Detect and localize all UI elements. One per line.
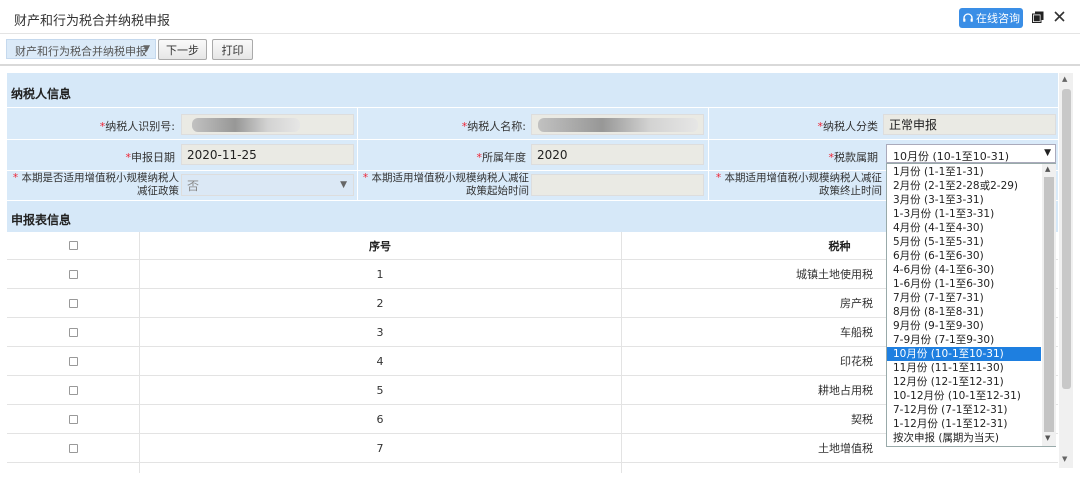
- taxpayer-name-label: *纳税人名称:: [461, 120, 526, 133]
- page-scrollbar[interactable]: ▲ ▼: [1059, 73, 1073, 468]
- tax-period-option[interactable]: 8月份 (8-1至8-31): [887, 305, 1041, 319]
- scroll-down-icon[interactable]: ▼: [1045, 434, 1050, 442]
- select-arrow-icon: ▼: [340, 180, 347, 190]
- tax-period-option[interactable]: 1-6月份 (1-1至6-30): [887, 277, 1041, 291]
- online-consult-label: 在线咨询: [976, 12, 1020, 25]
- row-checkbox[interactable]: [68, 443, 78, 453]
- tax-period-select[interactable]: 10月份 (10-1至10-31) ▼: [886, 144, 1056, 163]
- select-all-checkbox[interactable]: [68, 241, 78, 250]
- tax-period-dropdown-list: 1月份 (1-1至1-31) 2月份 (2-1至2-28或2-29) 3月份 (3-…: [886, 163, 1056, 447]
- tax-year-label: *所属年度: [476, 151, 527, 164]
- scroll-down-icon[interactable]: ▼: [1062, 455, 1067, 463]
- headset-icon: [963, 13, 973, 22]
- row-seq: 3: [376, 325, 384, 339]
- close-icon[interactable]: [1053, 10, 1066, 23]
- tax-period-option[interactable]: 9月份 (9-1至9-30): [887, 319, 1041, 333]
- scroll-up-icon[interactable]: ▲: [1045, 165, 1050, 173]
- row-seq: 4: [376, 354, 384, 368]
- tax-period-option[interactable]: 1月份 (1-1至1-31): [887, 165, 1041, 179]
- tax-period-option[interactable]: 12月份 (12-1至12-31): [887, 375, 1041, 389]
- dropdown-scrollbar-thumb[interactable]: [1044, 177, 1054, 432]
- reduction-policy-value: 否: [187, 178, 200, 193]
- tax-period-option[interactable]: 10-12月份 (10-1至12-31): [887, 389, 1041, 403]
- row-checkbox[interactable]: [68, 356, 78, 366]
- form-type-select[interactable]: 财产和行为税合并纳税申报 ▼: [6, 39, 156, 59]
- tax-year-field: 2020: [531, 144, 704, 165]
- form-type-select-value: 财产和行为税合并纳税申报: [15, 45, 147, 58]
- tax-period-option[interactable]: 3月份 (3-1至3-31): [887, 193, 1041, 207]
- tax-period-option[interactable]: 1-3月份 (1-1至3-31): [887, 207, 1041, 221]
- tax-period-select-value: 10月份 (10-1至10-31): [893, 150, 1010, 163]
- tax-period-option[interactable]: 5月份 (5-1至5-31): [887, 235, 1041, 249]
- tax-period-option[interactable]: 7-12月份 (7-1至12-31): [887, 403, 1041, 417]
- tax-period-option[interactable]: 7-9月份 (7-1至9-30): [887, 333, 1041, 347]
- row-checkbox[interactable]: [68, 414, 78, 424]
- tax-period-option[interactable]: 按次申报 (属期为当天): [887, 431, 1041, 445]
- redacted-taxpayer-id: [192, 118, 300, 132]
- row-checkbox[interactable]: [68, 327, 78, 337]
- declare-date-label: *申报日期: [125, 151, 176, 164]
- window-title: 财产和行为税合并纳税申报: [14, 14, 171, 29]
- taxpayer-name-field: [531, 114, 704, 135]
- select-arrow-icon: ▼: [143, 44, 150, 54]
- page-scrollbar-thumb[interactable]: [1062, 89, 1071, 389]
- row-checkbox[interactable]: [68, 269, 78, 279]
- toolbar: 财产和行为税合并纳税申报 ▼ 下一步 打印: [0, 34, 1080, 66]
- tax-period-option[interactable]: 6月份 (6-1至6-30): [887, 249, 1041, 263]
- dropdown-scrollbar[interactable]: ▲ ▼: [1042, 164, 1056, 446]
- taxpayer-id-label: *纳税人识别号:: [99, 120, 175, 133]
- taxpayer-category-field: 正常申报: [883, 114, 1056, 135]
- taxpayer-category-label: *纳税人分类: [817, 120, 879, 133]
- tax-period-option[interactable]: 7月份 (7-1至7-31): [887, 291, 1041, 305]
- declare-date-field: 2020-11-25: [181, 144, 354, 165]
- title-bar: 财产和行为税合并纳税申报 在线咨询: [0, 0, 1080, 34]
- select-arrow-icon: ▼: [1044, 148, 1051, 158]
- tax-period-option[interactable]: 11月份 (11-1至11-30): [887, 361, 1041, 375]
- row-checkbox[interactable]: [68, 298, 78, 308]
- policy-end-label: * 本期适用增值税小规模纳税人减征 政策终止时间: [715, 172, 882, 197]
- tax-period-label: *税款属期: [828, 151, 879, 164]
- tax-period-option[interactable]: 4月份 (4-1至4-30): [887, 221, 1041, 235]
- reduction-policy-select[interactable]: 否 ▼: [181, 174, 354, 196]
- row-seq: 2: [376, 296, 384, 310]
- redacted-taxpayer-name: [538, 118, 698, 132]
- row-checkbox[interactable]: [68, 385, 78, 395]
- scroll-up-icon[interactable]: ▲: [1062, 75, 1067, 83]
- taxpayer-id-field: [181, 114, 354, 135]
- tax-period-option[interactable]: 4-6月份 (4-1至6-30): [887, 263, 1041, 277]
- next-step-button[interactable]: 下一步: [158, 39, 207, 60]
- reduction-policy-label: * 本期是否适用增值税小规模纳税人 减征政策: [12, 172, 179, 197]
- restore-window-icon[interactable]: [1032, 11, 1044, 23]
- online-consult-button[interactable]: 在线咨询: [959, 8, 1023, 28]
- policy-start-field: [531, 174, 704, 196]
- row-seq: 7: [376, 441, 384, 455]
- row-seq: 1: [376, 267, 384, 281]
- taxpayer-section-title: 纳税人信息: [7, 73, 1058, 107]
- print-button[interactable]: 打印: [212, 39, 253, 60]
- taxpayer-row-1: *纳税人识别号: *纳税人名称: *纳税人分类 正常申报: [7, 108, 1058, 139]
- row-seq: 6: [376, 412, 384, 426]
- row-seq: 5: [376, 383, 384, 397]
- policy-start-label: * 本期适用增值税小规模纳税人减征 政策起始时间: [362, 172, 529, 197]
- tax-period-option[interactable]: 1-12月份 (1-1至12-31): [887, 417, 1041, 431]
- tax-period-option[interactable]: 10月份 (10-1至10-31): [887, 347, 1041, 361]
- tax-period-option[interactable]: 2月份 (2-1至2-28或2-29): [887, 179, 1041, 193]
- seq-column-header: 序号: [369, 239, 391, 253]
